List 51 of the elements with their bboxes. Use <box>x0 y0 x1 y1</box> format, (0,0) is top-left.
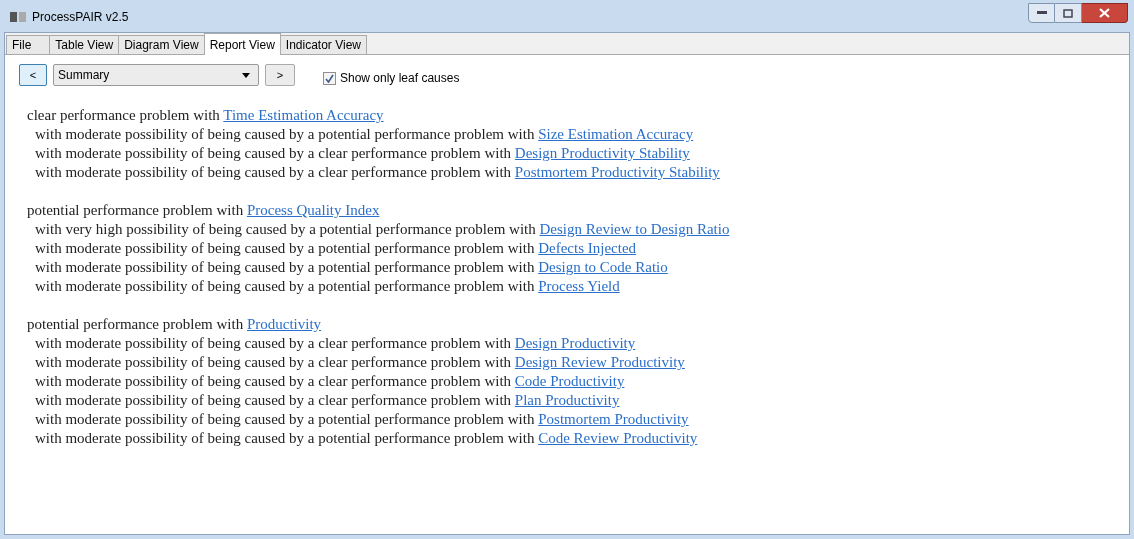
previous-button[interactable]: < <box>19 64 47 86</box>
close-button[interactable] <box>1082 3 1128 23</box>
report-line: with moderate possibility of being caused by a clear performance problem with Code Productivity <box>34 372 626 391</box>
tab[interactable]: Report View <box>203 33 281 55</box>
report-line: with moderate possibility of being caused by a potential performance problem with Postmortem Productivity <box>34 410 690 429</box>
checkbox-label: Show only leaf causes <box>340 70 460 87</box>
indicator-link[interactable]: Productivity <box>246 316 322 332</box>
indicator-link[interactable]: Design to Code Ratio <box>538 259 668 275</box>
report-line: with moderate possibility of being caused by a potential performance problem with Defects Injected <box>34 239 638 258</box>
report-line: with moderate possibility of being caused by a potential performance problem with Code Review Productivity <box>34 429 699 448</box>
next-button[interactable]: > <box>265 64 295 86</box>
report-line: with moderate possibility of being caused by a clear performance problem with Design Productivity Stability <box>34 144 691 163</box>
dropdown-caret-icon <box>242 72 250 78</box>
indicator-link[interactable]: Size Estimation Accuracy <box>538 126 694 142</box>
indicator-link[interactable]: Design Review Productivity <box>514 354 685 370</box>
report-line: potential performance problem with Productivity <box>27 315 323 334</box>
report-line: with very high possibility of being caused by a potential performance problem with Design Review to Design Ratio <box>34 220 731 239</box>
indicator-link[interactable]: Code Review Productivity <box>538 430 698 446</box>
indicator-link[interactable]: Plan Productivity <box>514 392 620 408</box>
indicator-link[interactable]: Design Productivity Stability <box>514 145 690 161</box>
minimize-button[interactable] <box>1028 3 1055 23</box>
report-line: with moderate possibility of being caused by a potential performance problem with Size Estimation Accuracy <box>34 125 695 144</box>
minimize-icon <box>1036 11 1047 15</box>
indicator-link[interactable]: Process Quality Index <box>246 202 380 218</box>
report-line: with moderate possibility of being caused by a potential performance problem with Design to Code Ratio <box>34 258 669 277</box>
report-line: with moderate possibility of being caused by a clear performance problem with Design Productivity <box>34 334 637 353</box>
app-icon <box>10 11 26 23</box>
indicator-link[interactable]: Postmortem Productivity Stability <box>514 164 720 180</box>
indicator-link[interactable]: Design Productivity <box>514 335 636 351</box>
leaf-causes-checkbox[interactable] <box>323 71 336 85</box>
tab[interactable]: File <box>6 35 51 54</box>
summary-dropdown[interactable]: Summary <box>53 64 259 86</box>
indicator-link[interactable]: Time Estimation Accuracy <box>223 107 384 123</box>
tab[interactable]: Table View <box>49 35 120 54</box>
report-line: with moderate possibility of being caused by a clear performance problem with Plan Productivity <box>34 391 621 410</box>
report-line: potential performance problem with Process Quality Index <box>27 201 381 220</box>
report-line: clear performance problem with Time Estimation Accuracy <box>27 106 385 125</box>
indicator-link[interactable]: Design Review to Design Ratio <box>539 221 730 237</box>
tab[interactable]: Diagram View <box>118 35 205 54</box>
report-line: with moderate possibility of being caused by a clear performance problem with Postmortem Productivity Stability <box>34 163 721 182</box>
indicator-link[interactable]: Defects Injected <box>538 240 637 256</box>
close-icon <box>1099 8 1110 18</box>
tab[interactable]: Indicator View <box>279 35 367 54</box>
report-line: with moderate possibility of being caused by a potential performance problem with Process Yield <box>34 277 621 296</box>
indicator-link[interactable]: Code Productivity <box>514 373 625 389</box>
maximize-icon <box>1063 8 1073 18</box>
report-line: with moderate possibility of being caused by a clear performance problem with Design Review Productivity <box>34 353 686 372</box>
indicator-link[interactable]: Postmortem Productivity <box>538 411 689 427</box>
window-title: ProcessPAIR v2.5 <box>32 9 129 26</box>
maximize-button[interactable] <box>1055 3 1082 23</box>
indicator-link[interactable]: Process Yield <box>538 278 620 294</box>
